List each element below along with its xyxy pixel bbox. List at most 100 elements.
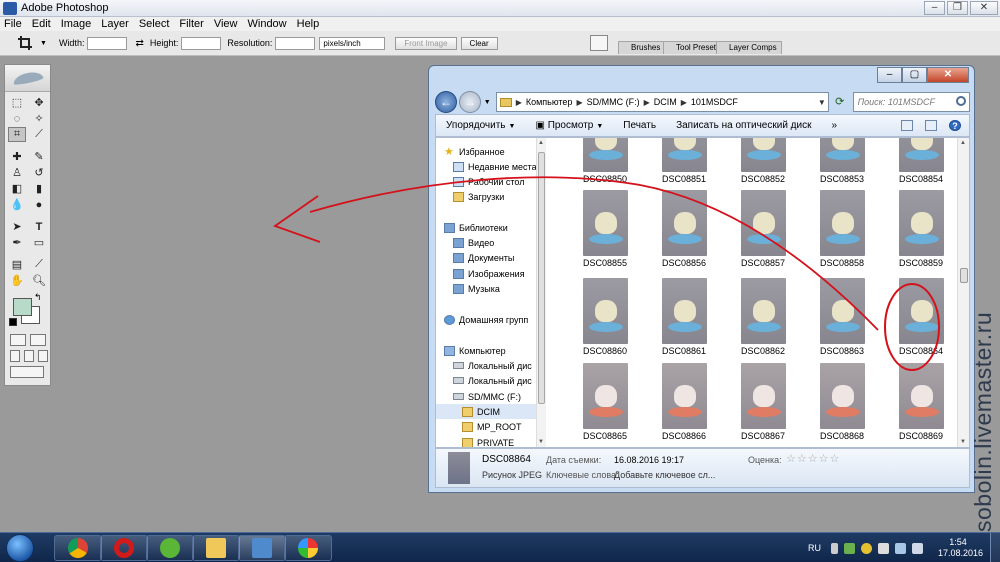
address-bar[interactable]: ▶ Компьютер ▶ SD/MMC (F:) ▶ DCIM ▶ 101MS… [495, 92, 829, 112]
breadcrumb-101msdcf[interactable]: 101MSDCF [691, 97, 738, 107]
clock[interactable]: 1:54 17.08.2016 [938, 537, 983, 559]
file-item[interactable]: DSC08851 [645, 138, 723, 184]
file-item[interactable]: DSC08860 [566, 278, 644, 356]
tab-brushes[interactable]: Brushes [618, 41, 666, 54]
address-dropdown-icon[interactable]: ▼ [818, 98, 826, 107]
preview-pane-icon[interactable] [925, 120, 937, 131]
screen-mode-standard-icon[interactable] [10, 350, 20, 362]
menu-image[interactable]: Image [61, 18, 92, 30]
details-date-value[interactable]: 16.08.2016 19:17 [614, 455, 684, 465]
nav-item[interactable]: MP_ROOT [436, 419, 536, 434]
language-indicator[interactable]: RU [808, 543, 821, 553]
taskbar-photoshop[interactable] [238, 535, 286, 561]
chevron-right-icon[interactable]: ▶ [576, 98, 582, 107]
file-item[interactable]: DSC08868 [803, 363, 881, 441]
jump-to-imageready-icon[interactable] [10, 366, 44, 378]
menu-help[interactable]: Help [297, 18, 320, 30]
lasso-tool-icon[interactable]: ◌ [8, 111, 26, 126]
file-item[interactable]: DSC08859 [882, 190, 958, 268]
marquee-tool-icon[interactable]: ⬚ [8, 95, 26, 110]
height-input[interactable] [181, 36, 222, 50]
nav-item[interactable]: ★ Избранное [436, 144, 536, 159]
file-item[interactable]: DSC08864 [878, 274, 958, 358]
hand-tool-icon[interactable]: ✋ [8, 273, 26, 288]
brush-tool-icon[interactable]: ✎ [30, 149, 48, 164]
clear-button[interactable]: Clear [460, 36, 498, 50]
file-item[interactable]: DSC08850 [566, 138, 644, 184]
blur-tool-icon[interactable]: 💧 [8, 197, 26, 212]
nav-item[interactable]: Изображения [436, 266, 536, 281]
print-button[interactable]: Печать [613, 120, 666, 131]
pen-tool-icon[interactable]: ✒ [8, 235, 26, 250]
taskbar-utorrent[interactable] [146, 535, 194, 561]
close-button[interactable]: ✕ [970, 1, 998, 15]
menu-filter[interactable]: Filter [179, 18, 203, 30]
resolution-input[interactable] [275, 36, 316, 50]
minimize-button[interactable]: – [924, 1, 945, 15]
file-item[interactable]: DSC08856 [645, 190, 723, 268]
back-button[interactable]: ← [435, 91, 457, 113]
nav-item[interactable]: Домашняя групп [436, 312, 536, 327]
chevron-right-icon[interactable]: ▶ [516, 98, 522, 107]
feather-logo-icon[interactable] [11, 69, 44, 87]
preview-button[interactable]: ▣ Просмотр ▼ [525, 120, 613, 131]
change-view-icon[interactable] [901, 120, 913, 131]
network-icon[interactable] [895, 542, 906, 554]
nav-item[interactable]: PRIVATE [436, 435, 536, 447]
show-hidden-icons-icon[interactable] [831, 542, 838, 554]
file-item[interactable]: DSC08854 [882, 138, 958, 184]
search-input[interactable]: Поиск: 101MSDCF [852, 92, 970, 112]
scroll-up-icon[interactable]: ▲ [538, 140, 544, 146]
file-item[interactable]: DSC08861 [645, 278, 723, 356]
file-item[interactable]: DSC08858 [803, 190, 881, 268]
foreground-color-swatch[interactable] [13, 298, 32, 316]
chevron-right-icon[interactable]: ▶ [681, 98, 687, 107]
nav-item[interactable]: Загрузки [436, 189, 536, 204]
taskbar-chrome[interactable] [54, 535, 102, 561]
breadcrumb-computer[interactable]: Компьютер [526, 97, 573, 107]
volume-icon[interactable] [912, 542, 923, 554]
screen-mode-full-icon[interactable] [38, 350, 48, 362]
breadcrumb-dcim[interactable]: DCIM [654, 97, 677, 107]
help-icon[interactable]: ? [949, 120, 961, 131]
explorer-maximize-button[interactable]: ▢ [902, 67, 927, 83]
history-brush-tool-icon[interactable]: ↺ [30, 165, 48, 180]
zoom-tool-icon[interactable]: 🔍︎ [30, 273, 48, 288]
taskbar-explorer[interactable] [192, 535, 240, 561]
file-item[interactable]: DSC08863 [803, 278, 881, 356]
show-desktop-button[interactable] [990, 533, 1000, 562]
shape-tool-icon[interactable]: ▭ [30, 235, 48, 250]
file-item[interactable]: DSC08865 [566, 363, 644, 441]
standard-mode-icon[interactable] [10, 334, 26, 346]
eyedropper-tool-icon[interactable]: ⟋ [30, 257, 48, 272]
file-item[interactable]: DSC08862 [724, 278, 802, 356]
menu-edit[interactable]: Edit [32, 18, 51, 30]
file-item[interactable]: DSC08852 [724, 138, 802, 184]
type-tool-icon[interactable]: T [30, 219, 48, 234]
nav-item[interactable]: Библиотеки [436, 220, 536, 235]
utorrent-tray-icon[interactable] [844, 542, 855, 554]
chevron-right-icon[interactable]: ▶ [644, 98, 650, 107]
scroll-down-icon[interactable]: ▼ [960, 439, 966, 445]
file-item[interactable]: DSC08853 [803, 138, 881, 184]
burn-disc-button[interactable]: Записать на оптический диск [666, 120, 821, 131]
start-button[interactable] [6, 534, 34, 562]
nav-item[interactable]: Недавние места [436, 159, 536, 174]
update-tray-icon[interactable] [861, 542, 872, 554]
move-tool-icon[interactable]: ✥ [30, 95, 48, 110]
slice-tool-icon[interactable]: ⟋ [30, 127, 48, 142]
file-item[interactable]: DSC08857 [724, 190, 802, 268]
resolution-units-select[interactable]: pixels/inch [319, 36, 386, 50]
taskbar-paint[interactable] [284, 535, 332, 561]
scroll-up-icon[interactable]: ▲ [960, 140, 966, 146]
menu-view[interactable]: View [214, 18, 238, 30]
search-icon[interactable] [955, 96, 966, 106]
nav-item[interactable]: Музыка [436, 281, 536, 296]
nav-item[interactable]: Локальный дис [436, 373, 536, 388]
more-commands-button[interactable]: » [821, 120, 847, 131]
nav-item[interactable]: Компьютер [436, 343, 536, 358]
healing-brush-tool-icon[interactable]: ✚ [8, 149, 26, 164]
organize-button[interactable]: Упорядочить ▼ [436, 120, 525, 131]
file-browser-icon[interactable] [590, 35, 608, 51]
nav-item[interactable]: Рабочий стол [436, 174, 536, 189]
